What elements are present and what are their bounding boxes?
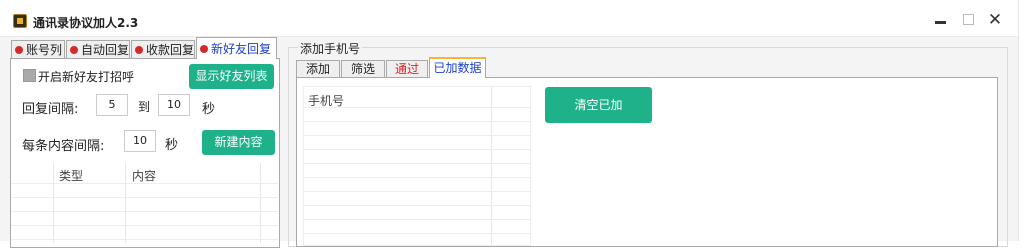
tab-added-data[interactable]: 已加数据 (429, 57, 486, 78)
close-icon[interactable]: ✕ (985, 10, 1005, 30)
status-dot-icon (200, 44, 208, 53)
table-row (304, 205, 530, 206)
tab-payment-reply[interactable]: 收款回复 (131, 40, 195, 58)
tab-label: 筛选 (350, 62, 375, 76)
clear-added-button[interactable]: 清空已加 (545, 87, 652, 123)
item-interval-label: 每条内容间隔: (22, 139, 105, 154)
table-row (11, 239, 278, 240)
tab-label: 自动回复 (81, 43, 130, 57)
enable-greeting-label: 开启新好友打招呼 (38, 70, 135, 84)
phone-table: 手机号 (303, 86, 531, 246)
column-divider (53, 163, 54, 243)
tab-auto-reply[interactable]: 自动回复 (66, 40, 130, 58)
table-row (304, 191, 530, 192)
app-logo-icon (13, 14, 27, 28)
show-friends-button[interactable]: 显示好友列表 (189, 64, 274, 89)
minimize-icon[interactable] (931, 10, 951, 30)
reply-interval-from-input[interactable]: 5 (96, 94, 128, 116)
tab-label: 收款回复 (146, 43, 195, 57)
tab-label: 添加 (305, 62, 330, 76)
table-row (304, 121, 530, 122)
tab-label: 账号列 (26, 43, 63, 57)
table-row (11, 225, 278, 226)
tab-label: 通过 (394, 62, 419, 76)
table-row (304, 163, 530, 164)
table-row (11, 197, 278, 198)
table-row (304, 107, 530, 108)
table-row (304, 135, 530, 136)
table-row (11, 211, 278, 212)
status-dot-icon (70, 45, 78, 54)
add-phone-group-label: 添加手机号 (298, 40, 363, 57)
new-content-button[interactable]: 新建内容 (202, 130, 275, 155)
tab-add[interactable]: 添加 (296, 60, 340, 78)
tab-label: 新好友回复 (211, 42, 272, 56)
tab-passed[interactable]: 通过 (386, 60, 428, 78)
column-divider (491, 87, 492, 245)
column-divider (260, 163, 261, 243)
to-label: 到 (138, 100, 151, 114)
reply-content-table: 类型 内容 (11, 163, 278, 243)
tab-accounts[interactable]: 账号列 (11, 40, 65, 58)
seconds-label: 秒 (202, 102, 216, 117)
app-window: 通讯录协议加人2.3 ✕ 账号列 自动回复 收款回复 新好友回复 开启新好友打招… (0, 0, 1019, 248)
tab-new-friend-reply[interactable]: 新好友回复 (196, 37, 277, 59)
table-row (304, 177, 530, 178)
status-dot-icon (15, 45, 23, 54)
reply-interval-to-input[interactable]: 10 (158, 94, 190, 116)
item-interval-input[interactable]: 10 (124, 130, 156, 152)
table-row (11, 183, 278, 184)
maximize-icon[interactable] (959, 10, 979, 30)
column-divider (125, 163, 126, 243)
item-seconds-label: 秒 (165, 138, 179, 153)
column-header-content: 内容 (132, 169, 157, 183)
window-title: 通讯录协议加人2.3 (33, 16, 139, 30)
table-row (304, 233, 530, 234)
enable-greeting-checkbox[interactable] (23, 69, 36, 82)
column-header-type: 类型 (59, 169, 84, 183)
reply-interval-label: 回复间隔: (22, 102, 79, 117)
tab-filter[interactable]: 筛选 (341, 60, 385, 78)
title-bar: 通讯录协议加人2.3 ✕ (0, 0, 1018, 37)
status-dot-icon (135, 45, 143, 54)
tab-label: 已加数据 (433, 61, 482, 75)
table-row (304, 219, 530, 220)
table-row (304, 149, 530, 150)
